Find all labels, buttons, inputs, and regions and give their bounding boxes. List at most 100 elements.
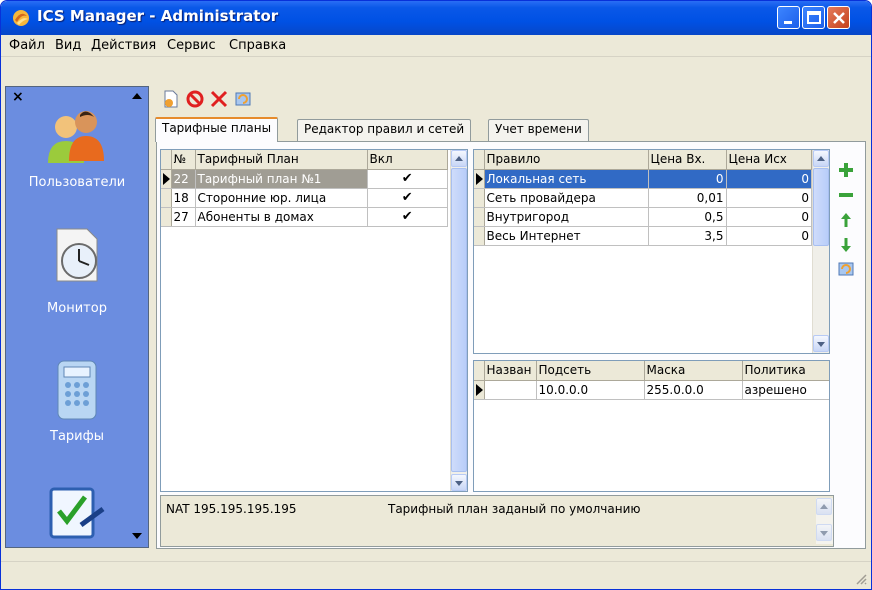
plans-grid[interactable]: № Тарифный План Вкл 22 Тарифный план №1 … xyxy=(160,149,468,492)
plans-scrollbar[interactable] xyxy=(450,150,467,491)
tab-strip: Тарифные планы Редактор правил и сетей У… xyxy=(155,117,865,142)
rules-col-rule[interactable]: Правило xyxy=(484,150,649,170)
rule-name[interactable]: Внутригород xyxy=(484,207,649,227)
menu-actions[interactable]: Действия xyxy=(91,38,156,53)
subnet-name[interactable] xyxy=(484,380,537,400)
rule-price-in[interactable]: 3,5 xyxy=(648,226,727,246)
remove-icon[interactable] xyxy=(837,186,855,204)
sidebar: × Пользователи Монитор Тарифы xyxy=(5,86,149,548)
sidebar-item-checklist[interactable] xyxy=(6,485,148,544)
tab-time-accounting[interactable]: Учет времени xyxy=(488,119,589,141)
tab-tariff-plans[interactable]: Тарифные планы xyxy=(155,117,279,142)
rule-price-out[interactable]: 0 xyxy=(726,169,812,189)
rule-price-out[interactable]: 0 xyxy=(726,207,812,227)
plan-name[interactable]: Абоненты в домах xyxy=(195,207,368,227)
plan-enabled-checkbox[interactable]: ✔ xyxy=(367,188,448,208)
add-icon[interactable] xyxy=(837,161,855,179)
rule-price-in[interactable]: 0,5 xyxy=(648,207,727,227)
minimize-icon xyxy=(784,21,792,24)
scroll-up-button[interactable] xyxy=(451,150,467,167)
minimize-button[interactable] xyxy=(777,6,800,29)
sidebar-item-users[interactable] xyxy=(6,105,148,168)
move-down-icon[interactable] xyxy=(837,236,855,254)
sidebar-close-button[interactable]: × xyxy=(12,89,24,105)
scroll-up-button[interactable] xyxy=(816,498,832,515)
plans-col-num[interactable]: № xyxy=(171,150,196,170)
sidebar-item-monitor[interactable] xyxy=(6,225,148,288)
delete-icon[interactable] xyxy=(209,89,229,109)
plan-row[interactable]: 22 Тарифный план №1 ✔ xyxy=(161,169,448,189)
scroll-down-button[interactable] xyxy=(816,524,832,541)
scroll-thumb[interactable] xyxy=(451,168,467,472)
users-icon xyxy=(48,111,104,163)
checklist-icon xyxy=(49,487,105,539)
plan-num[interactable]: 18 xyxy=(171,188,196,208)
menu-view[interactable]: Вид xyxy=(55,38,81,53)
plans-header-row: № Тарифный План Вкл xyxy=(161,150,448,170)
refresh-icon[interactable] xyxy=(233,89,253,109)
rule-row[interactable]: Весь Интернет 3,5 0 xyxy=(474,226,812,246)
scroll-down-button[interactable] xyxy=(813,335,829,352)
plans-col-name[interactable]: Тарифный План xyxy=(195,150,368,170)
sidebar-label-monitor: Монитор xyxy=(47,301,107,316)
stop-icon[interactable] xyxy=(185,89,205,109)
subnet-col-mask[interactable]: Маска xyxy=(644,361,743,381)
new-document-icon[interactable] xyxy=(161,89,181,109)
scroll-thumb[interactable] xyxy=(813,168,829,246)
row-pointer-icon xyxy=(474,169,485,189)
resize-grip-icon[interactable] xyxy=(855,573,867,585)
sidebar-scroll-up-icon[interactable] xyxy=(132,93,142,99)
menu-file[interactable]: Файл xyxy=(9,38,45,53)
subnet-policy[interactable]: азрешено xyxy=(742,380,829,400)
subnet-col-policy[interactable]: Политика xyxy=(742,361,829,381)
rule-row[interactable]: Внутригород 0,5 0 xyxy=(474,207,812,227)
subnet-mask[interactable]: 255.0.0.0 xyxy=(644,380,743,400)
title-bar[interactable]: ICS Manager - Administrator xyxy=(1,1,871,35)
rule-name[interactable]: Локальная сеть xyxy=(484,169,649,189)
plan-info-panel: NAT 195.195.195.195 Тарифный план заданы… xyxy=(160,495,834,547)
rule-row[interactable]: Локальная сеть 0 0 xyxy=(474,169,812,189)
plan-row[interactable]: 18 Сторонние юр. лица ✔ xyxy=(161,188,448,208)
rule-price-out[interactable]: 0 xyxy=(726,226,812,246)
plans-col-enabled[interactable]: Вкл xyxy=(367,150,448,170)
plan-enabled-checkbox[interactable]: ✔ xyxy=(367,169,448,189)
rules-grid[interactable]: Правило Цена Вх. Цена Исх Локальная сеть… xyxy=(473,149,830,354)
maximize-icon xyxy=(807,11,821,24)
menu-help[interactable]: Справка xyxy=(229,38,286,53)
tab-rules-editor[interactable]: Редактор правил и сетей xyxy=(297,119,472,141)
plan-name[interactable]: Тарифный план №1 xyxy=(195,169,368,189)
rule-name[interactable]: Сеть провайдера xyxy=(484,188,649,208)
rule-price-out[interactable]: 0 xyxy=(726,188,812,208)
rules-scrollbar[interactable] xyxy=(812,150,829,353)
toolbar xyxy=(155,89,295,111)
rule-price-in[interactable]: 0 xyxy=(648,169,727,189)
plan-name[interactable]: Сторонние юр. лица xyxy=(195,188,368,208)
rule-price-in[interactable]: 0,01 xyxy=(648,188,727,208)
refresh-icon[interactable] xyxy=(837,260,855,278)
plan-row[interactable]: 27 Абоненты в домах ✔ xyxy=(161,207,448,227)
rule-name[interactable]: Весь Интернет xyxy=(484,226,649,246)
close-icon xyxy=(833,12,845,24)
plan-enabled-checkbox[interactable]: ✔ xyxy=(367,207,448,227)
subnet-address[interactable]: 10.0.0.0 xyxy=(536,380,645,400)
plan-num[interactable]: 22 xyxy=(171,169,196,189)
close-button[interactable] xyxy=(827,6,850,29)
info-scrollbar[interactable] xyxy=(816,498,833,544)
rules-col-price-in[interactable]: Цена Вх. xyxy=(648,150,727,170)
scroll-up-button[interactable] xyxy=(813,150,829,167)
rules-col-price-out[interactable]: Цена Исх xyxy=(726,150,812,170)
move-up-icon[interactable] xyxy=(837,211,855,229)
maximize-button[interactable] xyxy=(802,6,825,29)
scroll-down-button[interactable] xyxy=(451,474,467,491)
subnet-col-subnet[interactable]: Подсеть xyxy=(536,361,645,381)
rule-row[interactable]: Сеть провайдера 0,01 0 xyxy=(474,188,812,208)
sidebar-label-tariffs: Тарифы xyxy=(50,429,104,444)
menu-service[interactable]: Сервис xyxy=(167,38,216,53)
plan-num[interactable]: 27 xyxy=(171,207,196,227)
sidebar-item-tariffs[interactable] xyxy=(6,357,148,426)
sidebar-scroll-down-icon[interactable] xyxy=(132,533,142,539)
subnet-row[interactable]: 10.0.0.0 255.0.0.0 азрешено xyxy=(474,380,829,400)
plan-description: Тарифный план заданый по умолчанию xyxy=(388,502,641,516)
subnet-grid[interactable]: Назван Подсеть Маска Политика 10.0.0.0 2… xyxy=(473,360,830,492)
subnet-col-name[interactable]: Назван xyxy=(484,361,537,381)
